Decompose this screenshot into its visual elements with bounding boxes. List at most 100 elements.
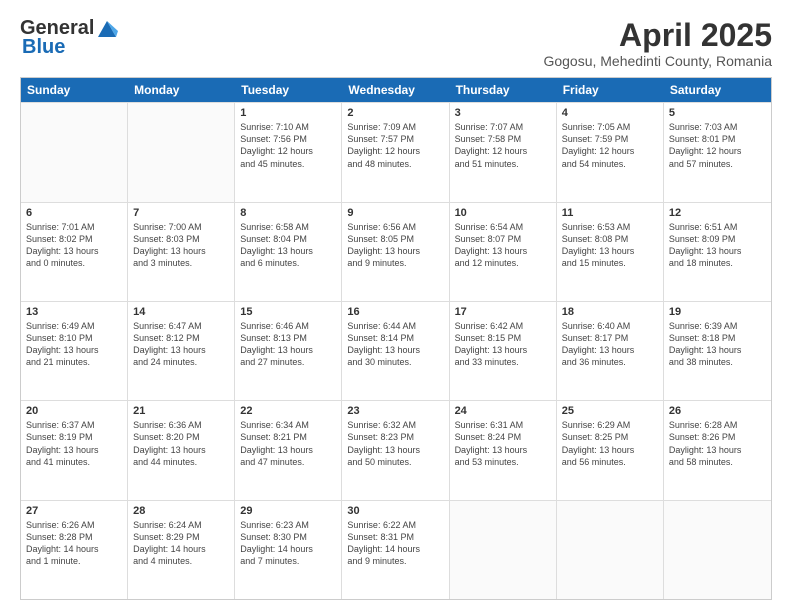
cal-cell-r0-c4: 3Sunrise: 7:07 AMSunset: 7:58 PMDaylight… (450, 103, 557, 201)
cell-line-2: Daylight: 12 hours (562, 145, 658, 157)
cell-line-1: Sunset: 8:01 PM (669, 133, 766, 145)
cal-cell-r0-c6: 5Sunrise: 7:03 AMSunset: 8:01 PMDaylight… (664, 103, 771, 201)
header-tuesday: Tuesday (235, 78, 342, 102)
cell-line-2: Daylight: 12 hours (347, 145, 443, 157)
header-thursday: Thursday (450, 78, 557, 102)
cell-line-2: Daylight: 13 hours (133, 245, 229, 257)
cal-cell-r3-c2: 22Sunrise: 6:34 AMSunset: 8:21 PMDayligh… (235, 401, 342, 499)
cal-cell-r4-c4 (450, 501, 557, 599)
cell-line-1: Sunset: 8:15 PM (455, 332, 551, 344)
cal-cell-r4-c5 (557, 501, 664, 599)
cell-line-2: Daylight: 13 hours (455, 344, 551, 356)
cell-line-3: and 21 minutes. (26, 356, 122, 368)
day-number: 23 (347, 405, 443, 417)
cal-cell-r4-c1: 28Sunrise: 6:24 AMSunset: 8:29 PMDayligh… (128, 501, 235, 599)
cell-line-0: Sunrise: 7:10 AM (240, 121, 336, 133)
cal-cell-r1-c5: 11 Sunrise: 6:53 AMSunset: 8:08 PMDayligh… (557, 203, 664, 301)
day-number: 17 (455, 306, 551, 318)
cell-line-3: and 50 minutes. (347, 456, 443, 468)
cell-line-1: Sunset: 8:09 PM (669, 233, 766, 245)
cell-line-0: Sunrise: 6:58 AM (240, 221, 336, 233)
cell-line-0: Sunrise: 6:26 AM (26, 519, 122, 531)
cell-line-2: Daylight: 14 hours (240, 543, 336, 555)
cell-line-3: and 44 minutes. (133, 456, 229, 468)
cell-line-0: Sunrise: 6:51 AM (669, 221, 766, 233)
cell-line-1: Sunset: 8:24 PM (455, 431, 551, 443)
cell-line-1: Sunset: 8:28 PM (26, 531, 122, 543)
cell-line-3: and 12 minutes. (455, 257, 551, 269)
cell-line-0: Sunrise: 6:36 AM (133, 419, 229, 431)
subtitle: Gogosu, Mehedinti County, Romania (543, 53, 772, 69)
cell-line-2: Daylight: 13 hours (347, 245, 443, 257)
cell-line-3: and 41 minutes. (26, 456, 122, 468)
header: General Blue April 2025 Gogosu, Mehedint… (20, 18, 772, 69)
cell-line-2: Daylight: 12 hours (455, 145, 551, 157)
cal-cell-r3-c4: 24Sunrise: 6:31 AMSunset: 8:24 PMDayligh… (450, 401, 557, 499)
cell-line-3: and 58 minutes. (669, 456, 766, 468)
cal-cell-r0-c5: 4Sunrise: 7:05 AMSunset: 7:59 PMDaylight… (557, 103, 664, 201)
day-number: 16 (347, 306, 443, 318)
cal-cell-r2-c6: 19Sunrise: 6:39 AMSunset: 8:18 PMDayligh… (664, 302, 771, 400)
header-right: April 2025 Gogosu, Mehedinti County, Rom… (543, 18, 772, 69)
cell-line-0: Sunrise: 6:56 AM (347, 221, 443, 233)
cell-line-1: Sunset: 8:13 PM (240, 332, 336, 344)
day-number: 26 (669, 405, 766, 417)
day-number: 15 (240, 306, 336, 318)
cell-line-1: Sunset: 8:18 PM (669, 332, 766, 344)
cell-line-2: Daylight: 13 hours (240, 344, 336, 356)
cell-line-0: Sunrise: 7:05 AM (562, 121, 658, 133)
cal-cell-r3-c3: 23Sunrise: 6:32 AMSunset: 8:23 PMDayligh… (342, 401, 449, 499)
cal-cell-r3-c6: 26 Sunrise: 6:28 AMSunset: 8:26 PMDayligh… (664, 401, 771, 499)
cell-line-3: and 3 minutes. (133, 257, 229, 269)
cell-line-0: Sunrise: 6:28 AM (669, 419, 766, 431)
day-number: 11 (562, 207, 658, 219)
cell-line-1: Sunset: 7:58 PM (455, 133, 551, 145)
cell-line-0: Sunrise: 6:54 AM (455, 221, 551, 233)
cell-line-3: and 0 minutes. (26, 257, 122, 269)
cell-line-3: and 36 minutes. (562, 356, 658, 368)
cell-line-2: Daylight: 13 hours (347, 444, 443, 456)
cal-cell-r3-c0: 20Sunrise: 6:37 AMSunset: 8:19 PMDayligh… (21, 401, 128, 499)
cell-line-2: Daylight: 14 hours (347, 543, 443, 555)
cell-line-0: Sunrise: 7:01 AM (26, 221, 122, 233)
cell-line-0: Sunrise: 6:31 AM (455, 419, 551, 431)
cell-line-1: Sunset: 8:23 PM (347, 431, 443, 443)
cell-line-2: Daylight: 13 hours (562, 444, 658, 456)
month-title: April 2025 (543, 18, 772, 53)
cell-line-3: and 15 minutes. (562, 257, 658, 269)
day-number: 1 (240, 107, 336, 119)
logo-icon (96, 19, 118, 37)
logo-blue-text: Blue (22, 36, 65, 59)
day-number: 6 (26, 207, 122, 219)
cell-line-1: Sunset: 8:25 PM (562, 431, 658, 443)
day-number: 14 (133, 306, 229, 318)
cell-line-1: Sunset: 8:10 PM (26, 332, 122, 344)
day-number: 12 (669, 207, 766, 219)
day-number: 8 (240, 207, 336, 219)
cell-line-0: Sunrise: 6:29 AM (562, 419, 658, 431)
cal-cell-r3-c5: 25Sunrise: 6:29 AMSunset: 8:25 PMDayligh… (557, 401, 664, 499)
cell-line-0: Sunrise: 6:53 AM (562, 221, 658, 233)
cell-line-3: and 57 minutes. (669, 158, 766, 170)
cell-line-2: Daylight: 13 hours (669, 444, 766, 456)
cal-cell-r2-c1: 14Sunrise: 6:47 AMSunset: 8:12 PMDayligh… (128, 302, 235, 400)
cal-cell-r4-c3: 30Sunrise: 6:22 AMSunset: 8:31 PMDayligh… (342, 501, 449, 599)
day-number: 3 (455, 107, 551, 119)
cell-line-0: Sunrise: 6:40 AM (562, 320, 658, 332)
cell-line-1: Sunset: 8:14 PM (347, 332, 443, 344)
day-number: 24 (455, 405, 551, 417)
cal-cell-r1-c4: 10Sunrise: 6:54 AMSunset: 8:07 PMDayligh… (450, 203, 557, 301)
cell-line-1: Sunset: 8:26 PM (669, 431, 766, 443)
cell-line-0: Sunrise: 6:34 AM (240, 419, 336, 431)
cell-line-3: and 4 minutes. (133, 555, 229, 567)
cal-cell-r1-c6: 12Sunrise: 6:51 AMSunset: 8:09 PMDayligh… (664, 203, 771, 301)
cell-line-2: Daylight: 12 hours (240, 145, 336, 157)
cell-line-3: and 47 minutes. (240, 456, 336, 468)
day-number: 4 (562, 107, 658, 119)
cell-line-3: and 6 minutes. (240, 257, 336, 269)
cell-line-1: Sunset: 8:08 PM (562, 233, 658, 245)
cell-line-1: Sunset: 8:05 PM (347, 233, 443, 245)
day-number: 20 (26, 405, 122, 417)
cal-cell-r2-c0: 13Sunrise: 6:49 AMSunset: 8:10 PMDayligh… (21, 302, 128, 400)
cell-line-2: Daylight: 13 hours (562, 245, 658, 257)
